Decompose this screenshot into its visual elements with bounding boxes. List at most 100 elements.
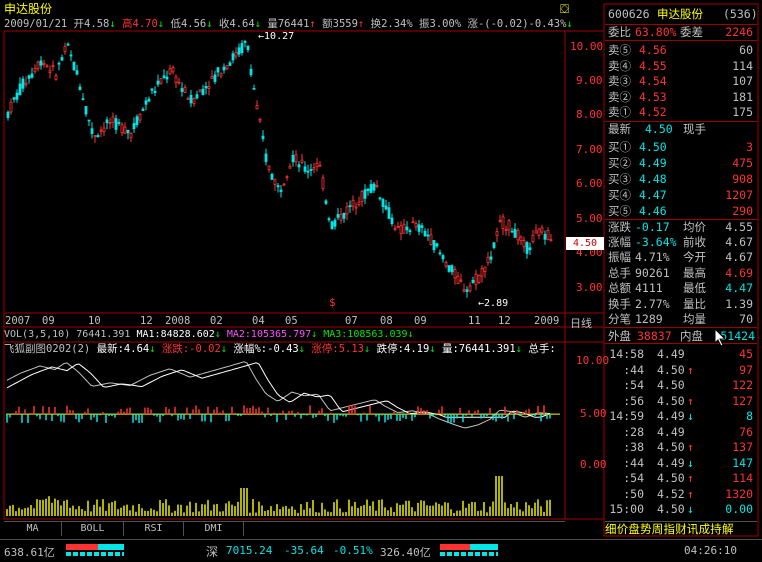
buy-level-row[interactable]: 买③ 4.48 908 <box>605 172 757 187</box>
limit-up-label: 涨停: <box>311 343 339 355</box>
candle-body <box>240 43 244 54</box>
candle-body <box>171 67 175 73</box>
dividend-icon[interactable]: $ <box>329 296 336 309</box>
sell-level-row[interactable]: 卖① 4.52 175 <box>605 105 757 120</box>
sell-level-row[interactable]: 卖④ 4.55 114 <box>605 59 757 74</box>
candle-body <box>375 185 379 187</box>
tick-direction-icon: ↓ <box>687 409 694 423</box>
tick-row[interactable]: 14:58 4.49 45 <box>605 347 757 362</box>
tick-volume: 147 <box>732 455 753 470</box>
tick-volume: 1320 <box>725 486 753 501</box>
tab-boll[interactable]: BOLL <box>62 522 124 536</box>
tick-volume: 137 <box>732 440 753 454</box>
tick-price: 4.52 <box>657 486 685 501</box>
tab-rsi[interactable]: RSI <box>124 522 184 536</box>
candle-body <box>408 230 412 233</box>
price-axis-label: 9.00 <box>576 74 603 87</box>
buy-level-row[interactable]: 买④ 4.47 1207 <box>605 188 757 203</box>
candle-body <box>24 82 28 85</box>
candle-body <box>255 105 259 110</box>
tick-time: 14:58 <box>609 347 644 361</box>
sz-down-bar <box>470 544 498 550</box>
down-arrow-icon: ↓ <box>407 329 414 340</box>
candle-body <box>54 75 58 80</box>
sell-level-row[interactable]: 卖⑤ 4.56 60 <box>605 43 757 58</box>
time-axis-label: 2009 <box>534 315 560 327</box>
tick-row[interactable]: :44 4.49 ↓ 147 <box>605 456 757 471</box>
vol-indicator-name: VOL(3,5,10) <box>4 329 71 340</box>
tick-time: :50 <box>623 486 644 501</box>
sell-level-row[interactable]: 卖③ 4.54 107 <box>605 74 757 89</box>
candle-body <box>477 274 481 283</box>
candle-body <box>174 76 178 83</box>
candle-body <box>234 51 238 57</box>
buy-level-label: 买⑤ <box>608 204 631 218</box>
tick-row[interactable]: :54 4.50 ↑ 114 <box>605 471 757 486</box>
high-annotation-value: 10.27 <box>264 31 295 42</box>
latest-value: 4.50 <box>645 122 673 136</box>
candle-body <box>519 236 523 242</box>
candle-body <box>288 166 292 169</box>
tick-row[interactable]: :38 4.50 ↑ 137 <box>605 440 757 455</box>
candle-body <box>69 54 73 57</box>
sub-axis-label-1: 5.00 <box>580 407 607 420</box>
ma2-label: MA2: <box>226 329 251 340</box>
tick-direction-icon: ↑ <box>687 486 694 501</box>
candle-body <box>15 92 19 100</box>
candle-body <box>462 289 466 292</box>
time-axis-label: 2008 <box>165 315 191 327</box>
sub-indicator-name[interactable]: 飞狐副图0202(2) <box>4 343 90 355</box>
buy-level-price: 4.47 <box>639 188 667 202</box>
candle-body <box>498 219 502 222</box>
sell-level-label: 卖② <box>608 89 631 104</box>
sell-level-volume: 181 <box>732 89 753 104</box>
ma2-value: 105365.797 <box>250 329 312 340</box>
time-axis-unit[interactable]: 日线 <box>570 315 592 331</box>
tab-ma[interactable]: MA <box>4 522 62 536</box>
sell-level-row[interactable]: 卖② 4.53 181 <box>605 90 757 105</box>
vol-indicator-value: 76441.391 <box>76 329 131 340</box>
wei-bi-label: 委比 <box>608 25 631 39</box>
candle-body <box>456 276 460 285</box>
candle-body <box>285 176 289 179</box>
tick-row[interactable]: :54 4.50 122 <box>605 378 757 393</box>
buy-level-row[interactable]: 买② 4.49 475 <box>605 156 757 171</box>
down-arrow-icon: ↓ <box>298 343 306 355</box>
stat-value-right: 4.55 <box>725 220 753 234</box>
candle-body <box>9 102 13 113</box>
candle-body <box>348 205 352 208</box>
candle-body <box>447 265 451 272</box>
buy-level-row[interactable]: 买① 4.50 3 <box>605 140 757 155</box>
status-bar: 638.61亿 深 7015.24 -35.64 -0.51% 326.40亿 … <box>0 539 762 562</box>
candle-body <box>180 88 184 92</box>
ma1-label: MA1: <box>136 329 161 340</box>
tick-price: 4.50 <box>657 378 685 392</box>
tick-row[interactable]: 15:00 4.50 ↓ 0.00 <box>605 502 757 517</box>
candle-body <box>270 173 274 180</box>
tick-row[interactable]: 14:59 4.49 ↓ 8 <box>605 409 757 424</box>
ma3-value: 108563.039 <box>347 329 408 340</box>
stat-label-right: 量比 <box>683 296 706 311</box>
buy-level-row[interactable]: 买⑤ 4.46 290 <box>605 204 757 219</box>
tick-price: 4.50 <box>657 502 685 516</box>
tick-row[interactable]: :50 4.52 ↑ 1320 <box>605 487 757 502</box>
tab-dmi[interactable]: DMI <box>184 522 244 536</box>
tick-row[interactable]: :56 4.50 ↑ 127 <box>605 394 757 409</box>
tick-volume: 76 <box>739 424 753 439</box>
candle-body <box>297 164 301 168</box>
sub-chart-group <box>6 361 560 516</box>
tick-time: :54 <box>623 471 644 485</box>
quote-tabs[interactable]: 细价盘势周指财讯成持解 <box>605 521 757 536</box>
candle-body <box>39 60 43 66</box>
candle-body <box>354 206 358 209</box>
sub-axis-label-2: 0.00 <box>580 458 607 471</box>
candle-body <box>537 228 541 236</box>
candle-body <box>396 226 400 228</box>
rise-label: 涨跌: <box>161 343 190 355</box>
tick-row[interactable]: :44 4.50 ↑ 97 <box>605 363 757 378</box>
candle-body <box>237 47 241 55</box>
candle-body <box>279 189 283 192</box>
candle-body <box>384 205 388 210</box>
tick-price: 4.50 <box>657 393 685 408</box>
tick-row[interactable]: :28 4.49 76 <box>605 425 757 440</box>
